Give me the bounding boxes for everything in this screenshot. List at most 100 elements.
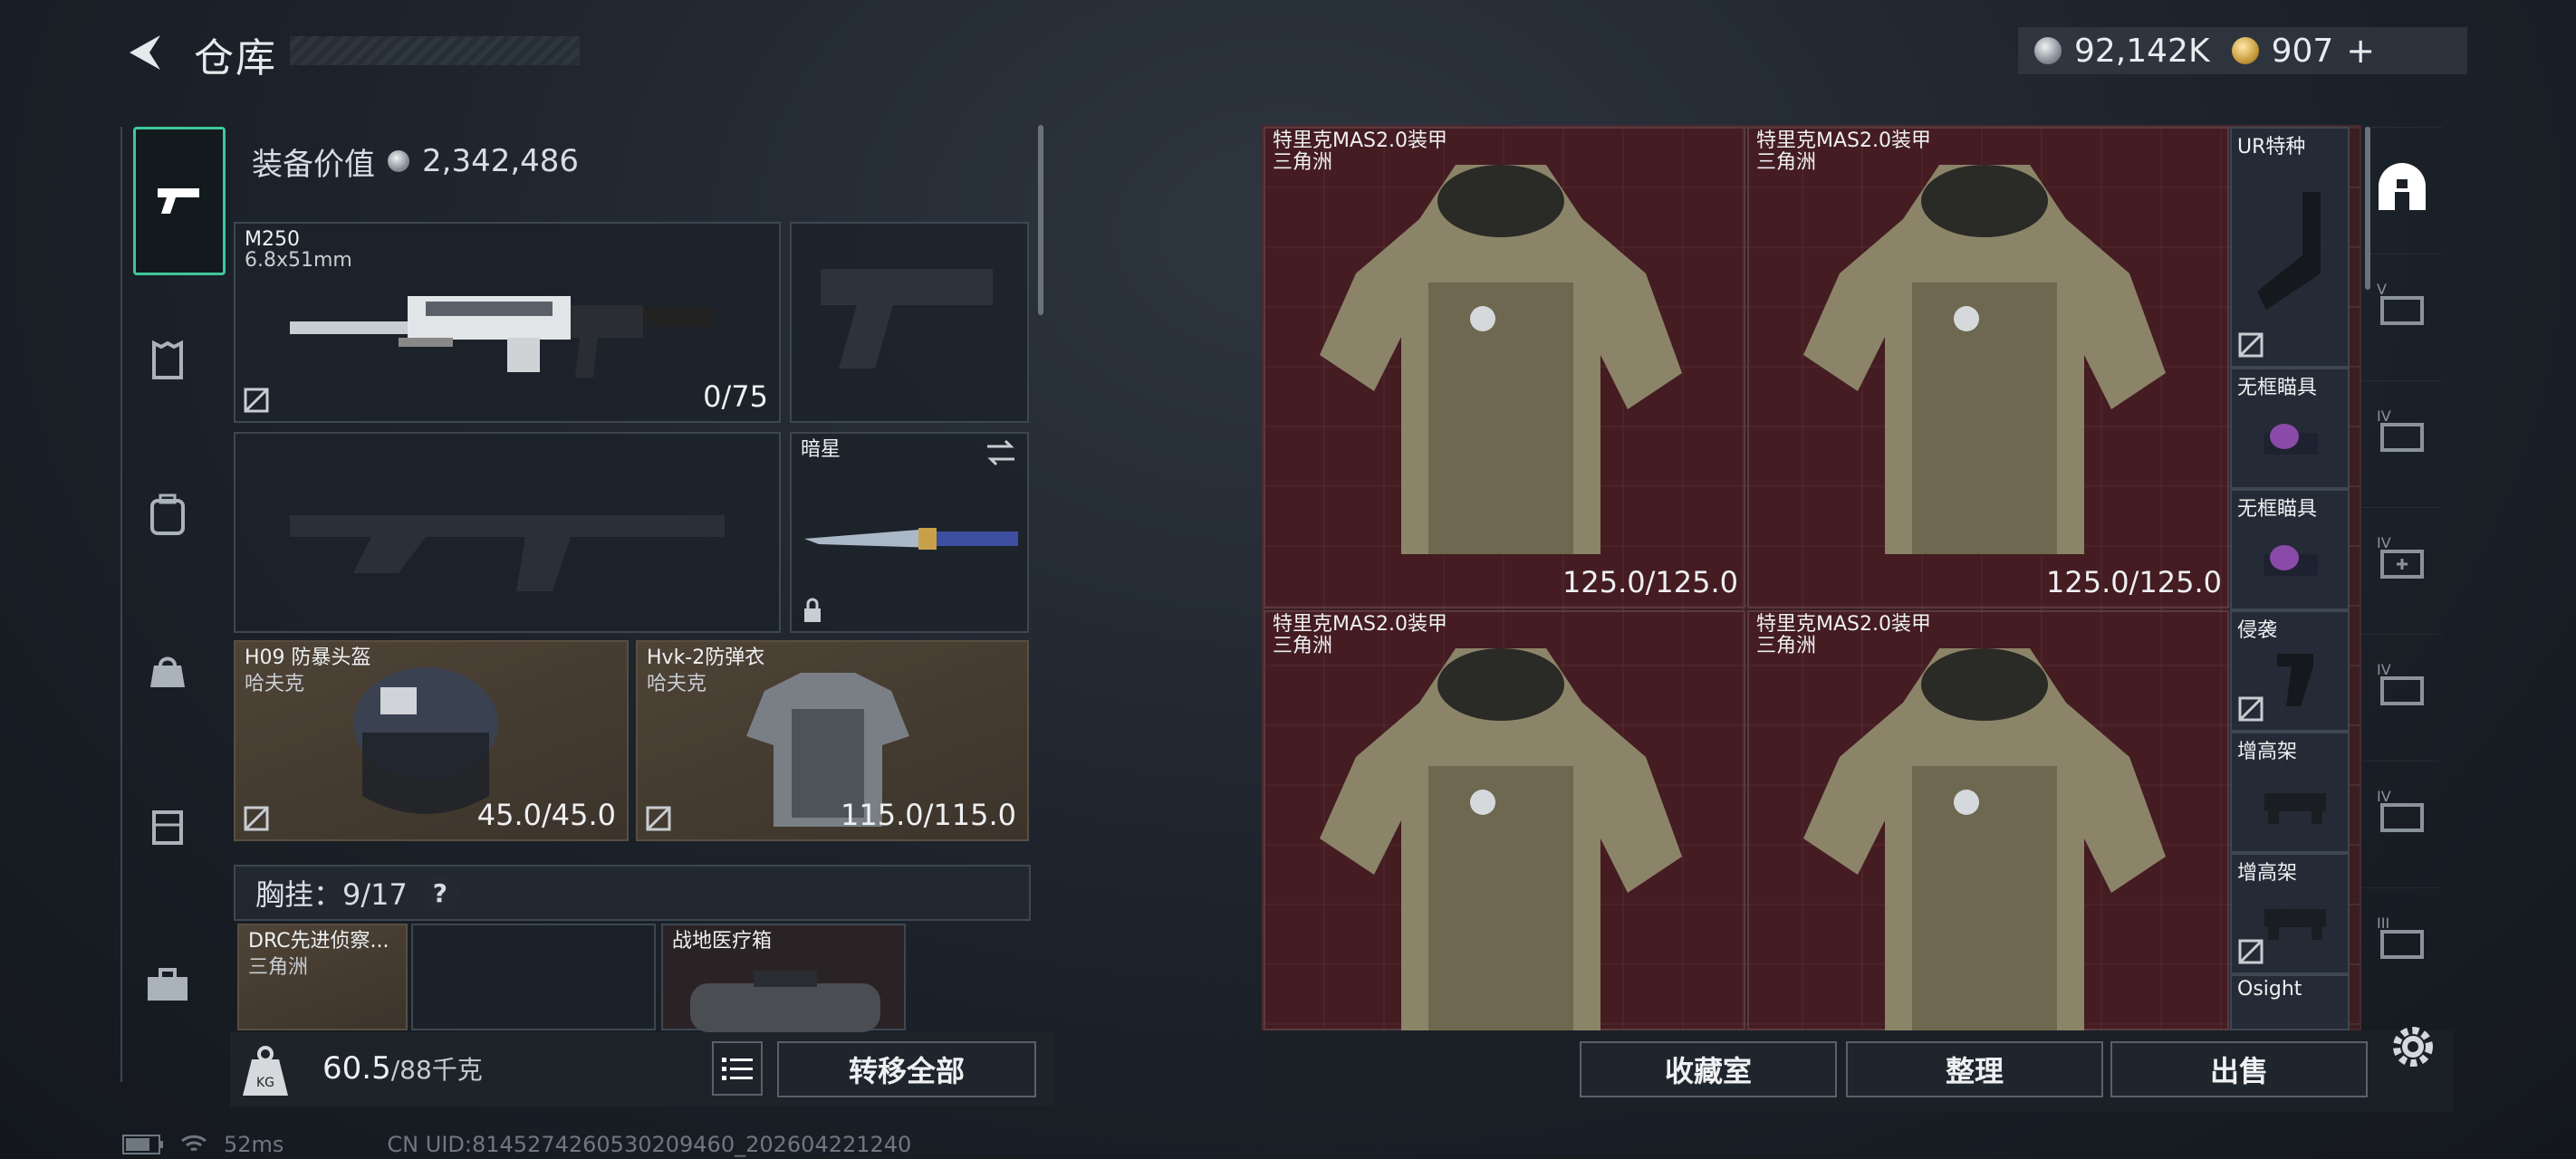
melee-name: 暗星 bbox=[801, 438, 841, 461]
stash-item-riser-1[interactable]: 增高架 bbox=[2230, 732, 2350, 853]
nav-backpack[interactable] bbox=[131, 478, 204, 551]
tab-stash-4c[interactable]: IV bbox=[2362, 634, 2442, 734]
melee-slot[interactable]: 暗星 bbox=[790, 432, 1029, 633]
settings-gear-icon[interactable] bbox=[2388, 1021, 2438, 1072]
stash-tier-iv-medical-icon: IV bbox=[2377, 534, 2424, 579]
primary-weapon-slot[interactable]: M250 6.8x51mm 0/75 bbox=[234, 222, 781, 423]
medkit-image bbox=[690, 971, 880, 1032]
chest-item-drc[interactable]: DRC先进侦察... 三角洲 bbox=[237, 924, 408, 1030]
nav-toolbox[interactable] bbox=[131, 949, 204, 1021]
stash-item-grip[interactable]: 侵袭 bbox=[2230, 610, 2350, 732]
stash-tier-iv-icon: IV bbox=[2377, 788, 2424, 832]
stash-item-sight-1[interactable]: 无框瞄具 bbox=[2230, 368, 2350, 489]
no-insurance-icon bbox=[646, 806, 671, 831]
tab-stash-4a[interactable]: IV bbox=[2362, 380, 2442, 481]
organize-button[interactable]: 整理 bbox=[1846, 1041, 2103, 1097]
stash-home-icon bbox=[2379, 163, 2426, 210]
item-name: UR特种 bbox=[2237, 136, 2306, 158]
ammo-count: 0/75 bbox=[703, 379, 768, 414]
nav-vest[interactable] bbox=[131, 324, 204, 397]
no-insurance-icon bbox=[2238, 696, 2264, 722]
help-button[interactable]: ? bbox=[421, 875, 458, 911]
back-button[interactable] bbox=[122, 32, 164, 73]
lock-icon bbox=[804, 598, 821, 622]
bag-icon bbox=[150, 656, 185, 687]
item-name: 无框瞄具 bbox=[2237, 498, 2318, 521]
collection-room-button[interactable]: 收藏室 bbox=[1580, 1041, 1837, 1097]
carry-weight: 60.5/88千克 bbox=[322, 1050, 483, 1087]
stash-item-armor[interactable]: 特里克MAS2.0装甲 三角洲 125.0/125.0 bbox=[1264, 127, 1745, 608]
sidearm-slot[interactable] bbox=[790, 222, 1029, 423]
helmet-durability: 45.0/45.0 bbox=[476, 798, 616, 832]
stash-tier-v-icon: V bbox=[2377, 281, 2424, 325]
tab-stash-3[interactable]: III bbox=[2362, 887, 2442, 988]
armor-slot[interactable]: Hvk-2防弹衣 哈夫克 115.0/115.0 bbox=[636, 640, 1029, 841]
stash-item-sight-2[interactable]: 无框瞄具 bbox=[2230, 489, 2350, 610]
chest-item-brand: 三角洲 bbox=[248, 956, 309, 979]
tab-stash-4d[interactable]: IV bbox=[2362, 761, 2442, 861]
no-insurance-icon bbox=[2238, 332, 2264, 358]
helmet-slot[interactable]: H09 防暴头盔 哈夫克 45.0/45.0 bbox=[234, 640, 629, 841]
chest-rig-label: 胸挂：9/17 bbox=[255, 877, 408, 912]
list-icon bbox=[722, 1058, 753, 1080]
stash-item-armor[interactable]: 特里克MAS2.0装甲 三角洲 bbox=[1747, 610, 2229, 1038]
grip-image bbox=[2277, 654, 2313, 706]
sell-button[interactable]: 出售 bbox=[2110, 1041, 2368, 1097]
svg-text:IV: IV bbox=[2377, 407, 2391, 425]
stash-item-ur-stock[interactable]: UR特种 bbox=[2230, 127, 2350, 368]
item-durability: 125.0/125.0 bbox=[2046, 565, 2222, 599]
silver-coin-icon bbox=[2034, 37, 2062, 64]
svg-text:IV: IV bbox=[2377, 534, 2391, 551]
nav-weapons[interactable] bbox=[133, 127, 226, 275]
backpack-icon bbox=[150, 493, 185, 535]
machine-gun-image bbox=[290, 296, 716, 378]
body-armor-image bbox=[1803, 648, 2166, 1038]
back-arrow-icon bbox=[130, 35, 160, 70]
stash-tier-iii-icon: III bbox=[2377, 915, 2424, 959]
stash-item-armor[interactable]: 特里克MAS2.0装甲 三角洲 bbox=[1264, 610, 1745, 1038]
equipment-value-amount: 2,342,486 bbox=[422, 143, 580, 179]
wifi-icon bbox=[181, 1135, 207, 1152]
weight-kg-icon: KG bbox=[243, 1046, 288, 1096]
knife-image bbox=[804, 528, 1018, 550]
chest-item-name: DRC先进侦察... bbox=[248, 930, 389, 953]
svg-text:III: III bbox=[2377, 915, 2389, 932]
weapon-name: M250 bbox=[245, 228, 300, 251]
riser-image bbox=[2264, 793, 2326, 824]
equipment-value: 装备价值 2,342,486 bbox=[230, 125, 1045, 197]
silver-amount: 92,142K bbox=[2074, 32, 2210, 70]
armor-durability: 115.0/115.0 bbox=[841, 798, 1016, 832]
add-gold-button[interactable]: + bbox=[2346, 31, 2375, 71]
left-scrollbar[interactable] bbox=[1038, 125, 1043, 315]
armor-brand: 哈夫克 bbox=[647, 673, 707, 695]
chest-item-medkit[interactable]: 战地医疗箱 bbox=[661, 924, 906, 1032]
list-view-button[interactable] bbox=[712, 1041, 763, 1096]
body-armor-image bbox=[1803, 165, 2166, 554]
tab-stash-5[interactable]: V bbox=[2362, 254, 2442, 354]
stash-item-armor[interactable]: 特里克MAS2.0装甲 三角洲 125.0/125.0 bbox=[1747, 127, 2229, 608]
svg-text:IV: IV bbox=[2377, 788, 2391, 805]
no-insurance-icon bbox=[244, 806, 269, 831]
swap-icon[interactable] bbox=[984, 439, 1018, 466]
tab-stash-4b[interactable]: IV bbox=[2362, 507, 2442, 608]
stash-tier-iv-ammo-icon: IV bbox=[2377, 661, 2424, 705]
toolbox-icon bbox=[148, 968, 187, 1001]
tab-home[interactable] bbox=[2362, 127, 2442, 245]
secondary-weapon-slot[interactable] bbox=[234, 432, 781, 633]
stash-item-osight[interactable]: Osight bbox=[2230, 974, 2350, 1030]
nav-bag[interactable] bbox=[131, 634, 204, 706]
stash-item-riser-2[interactable]: 增高架 bbox=[2230, 853, 2350, 974]
riser-image bbox=[2264, 909, 2326, 940]
tabs-scrollbar[interactable] bbox=[2365, 127, 2370, 290]
transfer-all-button[interactable]: 转移全部 bbox=[777, 1041, 1036, 1097]
nav-case[interactable] bbox=[131, 790, 204, 862]
stash-tabs: V IV IV IV IV III bbox=[2362, 127, 2442, 1032]
item-name: 增高架 bbox=[2237, 862, 2298, 885]
chest-empty-slot[interactable] bbox=[411, 924, 656, 1030]
gold-amount: 907 bbox=[2271, 32, 2334, 70]
silver-coin-icon bbox=[388, 150, 409, 172]
pistol-icon bbox=[158, 188, 199, 214]
vest-icon bbox=[152, 340, 183, 379]
chest-rig-bar[interactable]: 胸挂：9/17 ? bbox=[234, 865, 1031, 921]
rifle-silhouette-icon bbox=[290, 515, 725, 591]
